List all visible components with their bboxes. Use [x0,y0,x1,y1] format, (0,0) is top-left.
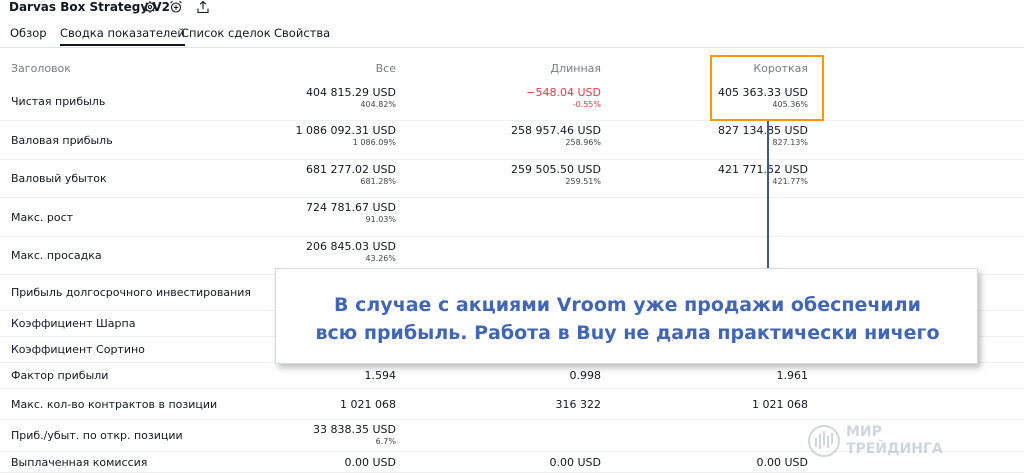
cell-percent: 6.7% [375,437,396,446]
cell-value: 724 781.67 USD [306,201,396,214]
annotation-text: В случае с акциями Vroom уже продажи обе… [276,291,979,347]
cell-value: 0.998 [569,369,602,382]
annotation-line-2: всю прибыль. Работа в Buy не дала практи… [315,322,940,344]
table-row: Валовый убыток 681 277.02 USD 681.28% 259 5… [0,160,1024,198]
cell-percent: 681.28% [360,177,396,186]
cell-value: 0.00 USD [756,456,809,469]
row-label: Выплаченная комиссия [11,456,148,469]
row-label: Валовая прибыль [11,134,113,147]
annotation-line-1: В случае с акциями Vroom уже продажи обе… [334,294,921,316]
callout-pointer-line [767,121,769,274]
cell-short: 0.00 USD [598,456,809,469]
row-label: Коэффициент Шарпа [11,317,136,330]
cell-value: 1 086 092.31 USD [295,124,396,137]
row-label: Макс. рост [11,211,74,224]
cell-percent: 827.13% [772,138,808,147]
cell-value: 316 322 [555,398,602,411]
cell-value: 827 134.85 USD [718,124,808,137]
row-label: Валовый убыток [11,172,107,185]
cell-all: 1.594 [186,369,397,382]
cell-all: 33 838.35 USD 6.7% [186,423,396,447]
tab-properties[interactable]: Свойства [274,26,330,40]
row-label: Макс. просадка [11,249,102,262]
cell-all: 206 845.03 USD 43.26% [186,240,396,264]
cell-long: 0.00 USD [391,456,602,469]
cell-all: 0.00 USD [186,456,397,469]
cell-value: 1.594 [364,369,397,382]
cell-value: 33 838.35 USD [313,423,396,436]
column-header-all: Все [375,62,396,75]
row-label: Чистая прибыль [11,95,106,108]
cell-long: 316 322 [391,398,602,411]
cell-value: 1 021 068 [340,398,396,411]
cell-long: −548.04 USD -0.55% [391,86,601,110]
cell-value: 681 277.02 USD [306,163,396,176]
column-header-long: Длинная [550,62,601,75]
table-row: Макс. кол-во контрактов в позиции 1 021 0… [0,389,1024,420]
cell-percent: 258.96% [565,138,601,147]
watermark-line-1: МИР [846,424,882,440]
cell-value: 421 771.52 USD [718,163,808,176]
tab-performance-summary[interactable]: Сводка показателей [60,26,185,46]
cell-value: −548.04 USD [526,86,601,99]
cell-all: 724 781.67 USD 91.03% [186,201,396,225]
cell-percent: -0.55% [572,100,601,109]
cell-value: 1 021 068 [752,398,808,411]
gear-icon[interactable] [143,0,157,14]
tab-trades-list[interactable]: Список сделок [181,26,271,40]
cell-value: 259 505.50 USD [511,163,601,176]
short-column-highlight-box [710,55,824,121]
cell-value: 0.00 USD [549,456,602,469]
annotation-callout: В случае с акциями Vroom уже продажи обе… [275,268,978,364]
watermark: МИР ТРЕЙДИНГА [806,421,956,461]
row-label: Приб./убыт. по откр. позиции [11,429,183,442]
table-row: Макс. рост 724 781.67 USD 91.03% [0,198,1024,237]
cell-short: 1 021 068 [598,398,808,411]
cell-value: 404 815.29 USD [306,86,396,99]
table-row: Фактор прибыли 1.594 0.998 1.961 [0,363,1024,389]
cell-short: 1.961 [598,369,809,382]
cell-percent: 91.03% [365,215,396,224]
row-label: Коэффициент Сортино [11,343,145,356]
tab-overview[interactable]: Обзор [10,26,47,40]
cell-percent: 404.82% [360,100,396,109]
table-row: Чистая прибыль 404 815.29 USD 404.82% −548.… [0,83,1024,121]
table-row: Валовая прибыль 1 086 092.31 USD 1 086.09%… [0,121,1024,160]
globe-chart-logo-icon [808,425,840,457]
cell-value: 1.961 [776,369,809,382]
cell-value: 258 957.46 USD [511,124,601,137]
cell-long: 0.998 [391,369,602,382]
alarm-plus-icon[interactable] [169,0,183,14]
cell-all: 681 277.02 USD 681.28% [186,163,396,187]
tab-bar: Обзор Сводка показателей Список сделок С… [0,22,1024,48]
cell-all: 404 815.29 USD 404.82% [186,86,396,110]
cell-percent: 421.77% [772,177,808,186]
cell-percent: 259.51% [565,177,601,186]
cell-short: 827 134.85 USD 827.13% [598,124,808,148]
cell-long: 258 957.46 USD 258.96% [391,124,601,148]
cell-value: 0.00 USD [344,456,397,469]
cell-long: 259 505.50 USD 259.51% [391,163,601,187]
cell-value: 206 845.03 USD [306,240,396,253]
cell-all: 1 086 092.31 USD 1 086.09% [186,124,396,148]
row-label: Фактор прибыли [11,369,109,382]
share-icon[interactable] [196,0,210,14]
cell-percent: 43.26% [365,254,396,263]
cell-short: 421 771.52 USD 421.77% [598,163,808,187]
column-header-title: Заголовок [11,62,71,75]
cell-all: 1 021 068 [186,398,396,411]
row-label: Прибыль долгосрочного инвестирования [11,286,252,299]
cell-percent: 1 086.09% [352,138,396,147]
watermark-line-2: ТРЕЙДИНГА [846,441,943,457]
top-bar: Darvas Box Strategy V2 [0,0,1024,16]
